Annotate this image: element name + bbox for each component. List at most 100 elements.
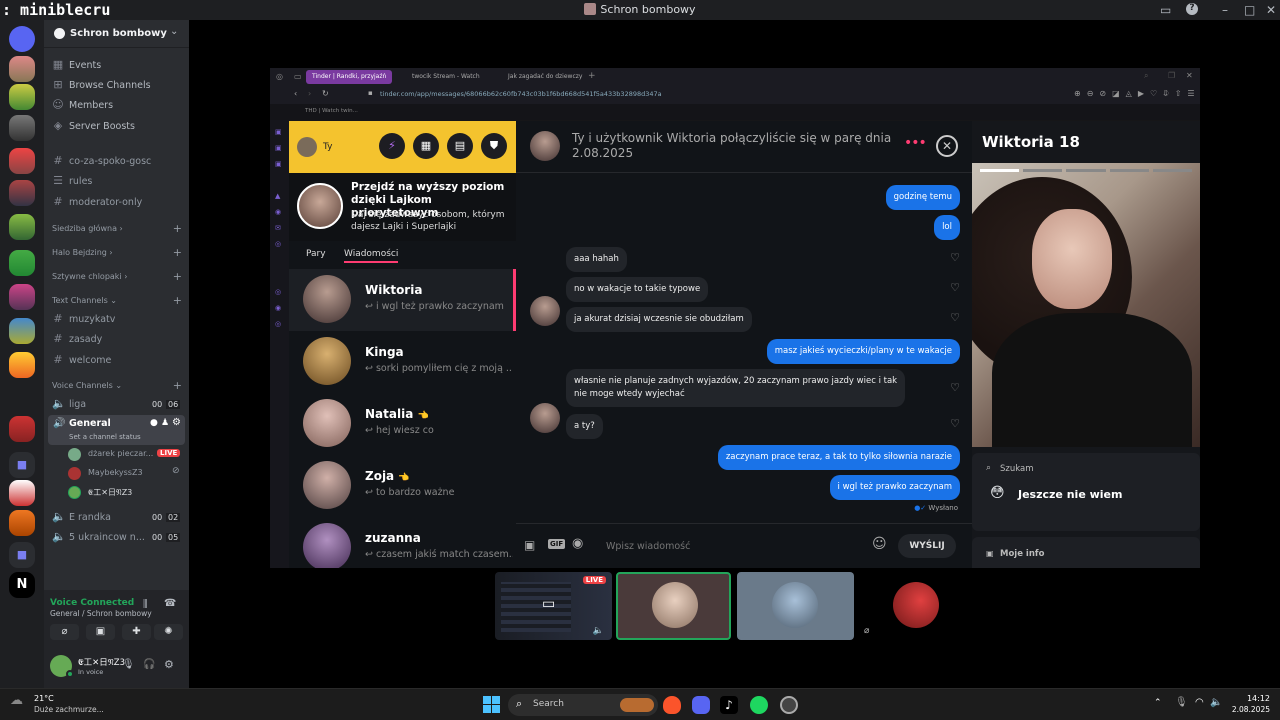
server-icon[interactable]: [9, 416, 35, 442]
spotify-icon[interactable]: ◉: [572, 536, 583, 551]
channel-welcome[interactable]: # welcome: [52, 353, 182, 371]
voice-channel-general[interactable]: 🔊 General Set a channel status ● ♟ ⚙: [48, 415, 185, 445]
windows-start-icon[interactable]: [483, 696, 500, 713]
server-icon[interactable]: [9, 480, 35, 506]
add-channel-icon[interactable]: +: [173, 246, 182, 259]
voice-user[interactable]: MaybekyssZ3 ⊘: [68, 466, 184, 483]
server-icon[interactable]: [9, 148, 35, 174]
category-siedziba[interactable]: Siedziba główna › +: [52, 222, 182, 235]
volume-icon[interactable]: 🔈: [1210, 697, 1222, 708]
send-button[interactable]: WYŚLIJ: [898, 534, 956, 558]
gif-icon[interactable]: GIF: [548, 539, 566, 549]
gear-icon[interactable]: ⚙: [172, 417, 181, 428]
invite-icon[interactable]: ♟: [161, 418, 169, 428]
browser-tab-tinder[interactable]: Tinder | Randki, przyjaźń: [306, 70, 393, 84]
avatar[interactable]: [530, 131, 560, 161]
help-icon[interactable]: ?: [1186, 3, 1198, 15]
chevron-up-icon[interactable]: ⌃: [1154, 698, 1162, 708]
server-icon[interactable]: [9, 510, 35, 536]
weather-temp[interactable]: 21°C: [34, 694, 54, 703]
voice-channel-liga[interactable]: 🔈 liga: [52, 397, 182, 415]
voice-channel-e-randka[interactable]: 🔈 E randka: [52, 510, 182, 528]
add-channel-icon[interactable]: +: [173, 294, 182, 307]
channel-moderator-only[interactable]: # moderator-only: [52, 195, 182, 213]
mic-icon[interactable]: 🎙: [122, 659, 135, 670]
url-field[interactable]: tinder.com/app/messages/68066b62c60fb743…: [380, 90, 662, 98]
app-icon[interactable]: [780, 696, 798, 714]
search-icon[interactable]: ⌕: [1144, 71, 1148, 81]
minimize-icon[interactable]: –: [1222, 3, 1228, 17]
close-icon[interactable]: ✕: [1186, 71, 1193, 80]
soundboard-button[interactable]: ✺: [154, 624, 183, 640]
server-icon[interactable]: [9, 250, 35, 276]
match-item-natalia[interactable]: Natalia 👈 ↩ hej wiesz co: [289, 393, 516, 455]
chat-icon[interactable]: ●: [150, 418, 158, 428]
match-item-zoja[interactable]: Zoja 👈 ↩ to bardzo ważne: [289, 455, 516, 517]
server-icon[interactable]: [9, 352, 35, 378]
close-icon[interactable]: ✕: [1266, 3, 1276, 17]
camera-off-button[interactable]: ⌀: [50, 624, 79, 640]
boost-button[interactable]: ⚡: [379, 133, 405, 159]
tab-pairs[interactable]: Pary: [306, 249, 326, 259]
mic-icon[interactable]: 🎙: [1175, 697, 1188, 708]
browser-menu-icon[interactable]: ◎: [276, 72, 283, 81]
add-channel-icon[interactable]: +: [173, 379, 182, 392]
wifi-icon[interactable]: ◠: [1195, 697, 1204, 708]
volume-icon[interactable]: 🔈: [593, 626, 604, 636]
match-item-kinga[interactable]: Kinga ↩ sorki pomyliłem cię z moją ...: [289, 331, 516, 393]
reload-icon[interactable]: ↻: [322, 89, 329, 98]
server-boosts-item[interactable]: ◈ Server Boosts: [52, 119, 182, 137]
restore-icon[interactable]: ❐: [1168, 71, 1175, 80]
category-voice-channels[interactable]: Voice Channels ⌄ +: [52, 379, 182, 392]
activities-button[interactable]: ✚: [122, 624, 151, 640]
channel-muzykatv[interactable]: # muzykatv: [52, 312, 182, 330]
inbox-icon[interactable]: ▭: [1160, 3, 1171, 17]
browser-tab-article[interactable]: Jak zagadać do dziewczy: [502, 70, 588, 84]
close-icon[interactable]: ✕: [936, 135, 958, 157]
tab-messages[interactable]: Wiadomości: [344, 249, 399, 263]
category-sztywne[interactable]: Sztywne chlopaki › +: [52, 270, 182, 283]
folder-icon[interactable]: ■: [9, 452, 35, 478]
voice-user[interactable]: 𝕰工✕日𝔑Z3: [68, 485, 184, 502]
voice-location[interactable]: General / Schron bombowy: [50, 609, 152, 618]
voice-channel-5-ukraincow[interactable]: 🔈 5 ukraincow n...: [52, 530, 152, 548]
category-text-channels[interactable]: Text Channels ⌄ +: [52, 294, 182, 307]
shield-icon[interactable]: ⛊: [481, 133, 507, 159]
server-icon[interactable]: [9, 56, 35, 82]
new-tab-icon[interactable]: +: [588, 71, 596, 81]
heart-icon[interactable]: ♡: [950, 251, 960, 264]
disconnect-icon[interactable]: ☎: [164, 598, 176, 609]
weather-icon[interactable]: ☁: [10, 693, 23, 708]
events-item[interactable]: ▦ Events: [52, 58, 182, 76]
explore-icon[interactable]: ▦: [413, 133, 439, 159]
browser-tab-stream[interactable]: twocik Stream - Watch: [406, 70, 486, 84]
weather-desc[interactable]: Duże zachmurze...: [34, 705, 104, 714]
server-icon[interactable]: [9, 318, 35, 344]
clock-date[interactable]: 2.08.2025: [1224, 705, 1270, 714]
video-tile-user[interactable]: ⌀: [858, 572, 975, 640]
signal-icon[interactable]: ⫼: [143, 599, 148, 610]
avatar[interactable]: [297, 137, 317, 157]
screen-share-stage[interactable]: ◎ ▭ Tinder | Randki, przyjaźń twocik Str…: [270, 68, 1200, 568]
stream-tile-live[interactable]: ▭ LIVE 🔈: [495, 572, 612, 640]
video-tile-user[interactable]: [616, 572, 731, 640]
channel-status[interactable]: Set a channel status: [69, 433, 141, 441]
heart-icon[interactable]: ♡: [950, 311, 960, 324]
download-icon[interactable]: ⇩⇧☰: [1162, 89, 1201, 98]
taskbar-search[interactable]: ⌕ Search: [508, 694, 658, 716]
match-item-wiktoria[interactable]: Wiktoria ↩ i wgl też prawko zaczynam: [289, 269, 516, 331]
category-halo[interactable]: Halo Bejdzing › +: [52, 246, 182, 259]
match-item-zuzanna[interactable]: zuzanna ↩ czasem jakiś match czasem...: [289, 517, 516, 568]
maximize-icon[interactable]: □: [1244, 3, 1255, 17]
discord-home-icon[interactable]: [9, 26, 35, 52]
browser-toolbar-icons[interactable]: ⊕⊖⊘◪◬▶♡♢: [1074, 89, 1176, 98]
chevron-down-icon[interactable]: ⌄: [170, 26, 178, 37]
members-item[interactable]: ☺ Members: [52, 98, 182, 116]
add-channel-icon[interactable]: +: [173, 270, 182, 283]
channel-zasady[interactable]: # zasady: [52, 332, 182, 350]
server-icon[interactable]: [9, 284, 35, 310]
add-channel-icon[interactable]: +: [173, 222, 182, 235]
more-options-icon[interactable]: •••: [904, 135, 927, 151]
spotify-icon[interactable]: [750, 696, 768, 714]
tabs-icon[interactable]: ▭: [294, 72, 302, 81]
